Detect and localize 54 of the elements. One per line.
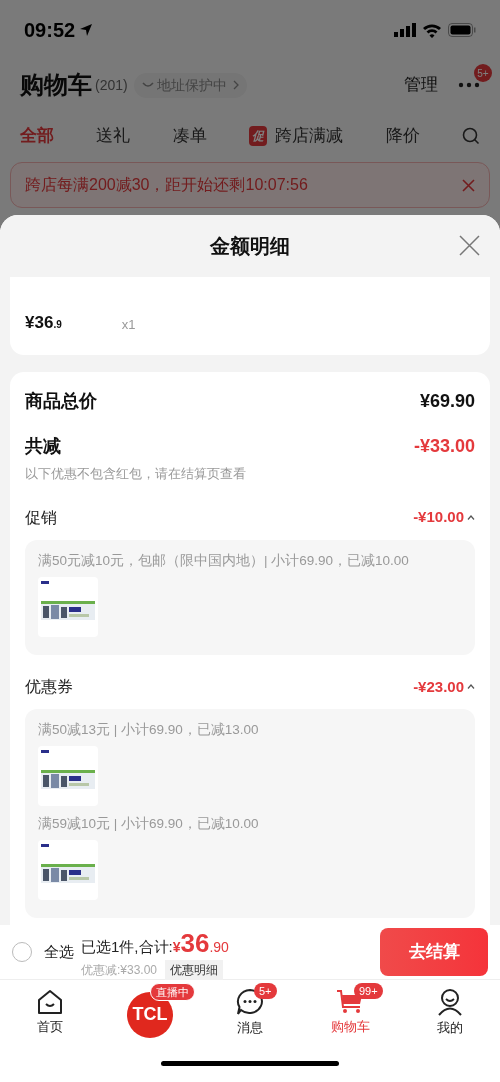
close-button[interactable] xyxy=(459,235,480,256)
cart-count: (201) xyxy=(95,75,128,95)
nav-tab[interactable]: 我的 xyxy=(400,980,500,1045)
discount-summary: 优惠减:¥33.00 xyxy=(81,962,158,979)
nav-tab[interactable]: 直播中 TCL xyxy=(100,980,200,1045)
total-summary: 已选1件,合计: xyxy=(81,937,173,957)
filter-tab[interactable]: 凑单 xyxy=(172,123,207,149)
filter-tab[interactable]: 送礼 xyxy=(96,123,131,149)
product-price: ¥36.9 xyxy=(25,311,62,334)
chevron-right-icon xyxy=(232,80,239,90)
close-icon[interactable] xyxy=(462,178,475,192)
banner-text: 跨店每满200减30，距开始还剩10:07:56 xyxy=(25,175,308,195)
section-toggle[interactable]: -¥23.00 xyxy=(413,675,475,698)
notification-badge: 5+ xyxy=(474,64,492,82)
section-title: 促销 xyxy=(25,507,57,528)
reduction-label: 共减 xyxy=(25,435,61,458)
caret-icon xyxy=(467,684,475,690)
promo-badge: 促 xyxy=(249,126,268,146)
page-title: 购物车 xyxy=(20,70,92,100)
caret-icon xyxy=(467,515,475,520)
total-label: 商品总价 xyxy=(25,390,97,413)
discount-rule: 满59减10元 | 小计69.90，已减10.00 xyxy=(38,815,260,833)
count-badge: 5+ xyxy=(254,983,277,999)
nav-tab[interactable]: 首页 xyxy=(0,980,100,1045)
product-quantity: x1 xyxy=(121,315,136,334)
discount-rule: 满50减13元 | 小计69.90，已减13.00 xyxy=(38,720,260,739)
section-toggle[interactable]: -¥10.00 xyxy=(413,506,475,529)
total-amount: ¥69.90 xyxy=(419,390,475,413)
nav-tab[interactable]: 99+ 购物车 xyxy=(300,980,400,1045)
sheet-title: 金额明细 xyxy=(210,234,290,259)
nav-tab[interactable]: 5+ 消息 xyxy=(200,980,300,1045)
reduction-amount: -¥33.00 xyxy=(413,435,475,458)
location-icon xyxy=(79,23,94,37)
checkout-button[interactable]: 去结算 xyxy=(380,928,488,976)
live-badge: 直播中 xyxy=(150,983,195,1001)
wifi-icon xyxy=(422,22,442,38)
discount-detail-button[interactable]: 优惠明细 xyxy=(165,960,224,980)
total-price: ¥36.90 xyxy=(172,927,229,960)
signal-icon xyxy=(394,23,416,37)
filter-tab[interactable]: 促 跨店满减 xyxy=(249,123,344,149)
search-icon[interactable] xyxy=(461,127,480,145)
discount-rule: 满50元减10元，包邮（限中国内地）| 小计69.90，已减10.00 xyxy=(38,551,410,570)
section-title: 优惠券 xyxy=(25,676,73,697)
manage-button[interactable]: 管理 xyxy=(404,72,438,98)
home-icon xyxy=(37,988,63,1015)
smile-icon xyxy=(141,81,154,89)
status-time: 09:52 xyxy=(24,18,76,43)
select-all-checkbox[interactable]: 全选 xyxy=(12,940,74,964)
more-icon[interactable] xyxy=(458,82,480,88)
person-icon xyxy=(437,987,463,1016)
filter-tab[interactable]: 降价 xyxy=(385,123,420,149)
reduction-note: 以下优惠不包含红包，请在结算页查看 xyxy=(25,465,247,483)
filter-tab[interactable]: 全部 xyxy=(20,123,54,149)
close-icon xyxy=(459,235,480,256)
